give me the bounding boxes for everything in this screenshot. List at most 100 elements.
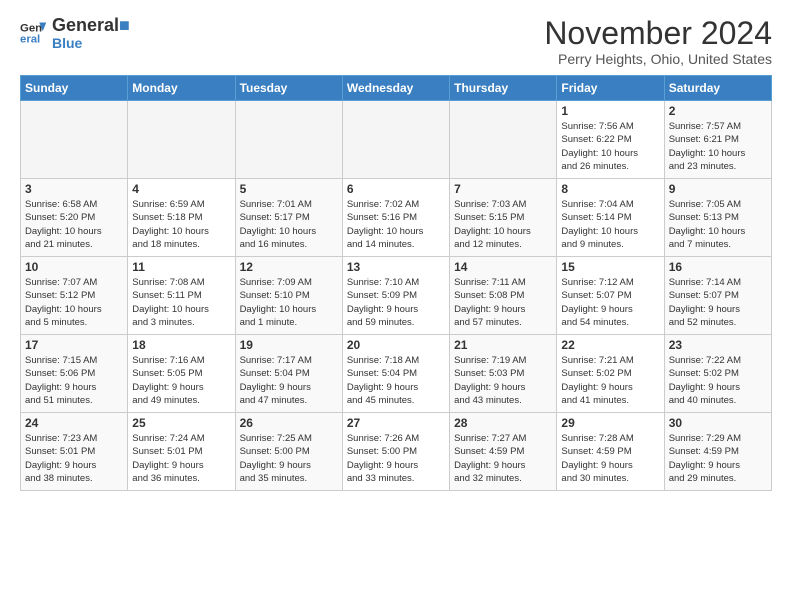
calendar-day-cell: 24 Sunrise: 7:23 AM Sunset: 5:01 PM Dayli… [21,413,128,491]
weekday-header-cell: Wednesday [342,76,449,101]
day-info: Sunrise: 7:15 AM Sunset: 5:06 PM Dayligh… [25,354,123,407]
day-info: Sunrise: 7:25 AM Sunset: 5:00 PM Dayligh… [240,432,338,485]
day-number: 30 [669,416,767,430]
day-number: 7 [454,182,552,196]
calendar-day-cell: 18 Sunrise: 7:16 AM Sunset: 5:05 PM Dayli… [128,335,235,413]
day-number: 6 [347,182,445,196]
day-info: Sunrise: 7:28 AM Sunset: 4:59 PM Dayligh… [561,432,659,485]
calendar-day-cell: 2 Sunrise: 7:57 AM Sunset: 6:21 PM Daylig… [664,101,771,179]
calendar-day-cell: 22 Sunrise: 7:21 AM Sunset: 5:02 PM Dayli… [557,335,664,413]
day-number: 17 [25,338,123,352]
day-number: 13 [347,260,445,274]
calendar-week-row: 24 Sunrise: 7:23 AM Sunset: 5:01 PM Dayli… [21,413,772,491]
day-info: Sunrise: 7:18 AM Sunset: 5:04 PM Dayligh… [347,354,445,407]
day-info: Sunrise: 7:04 AM Sunset: 5:14 PM Dayligh… [561,198,659,251]
calendar-day-cell: 26 Sunrise: 7:25 AM Sunset: 5:00 PM Dayli… [235,413,342,491]
calendar-day-cell: 9 Sunrise: 7:05 AM Sunset: 5:13 PM Daylig… [664,179,771,257]
svg-text:Gen: Gen [20,22,42,34]
calendar-day-cell: 1 Sunrise: 7:56 AM Sunset: 6:22 PM Daylig… [557,101,664,179]
calendar-table: SundayMondayTuesdayWednesdayThursdayFrid… [20,75,772,491]
day-number: 10 [25,260,123,274]
day-info: Sunrise: 7:17 AM Sunset: 5:04 PM Dayligh… [240,354,338,407]
day-number: 20 [347,338,445,352]
day-number: 24 [25,416,123,430]
calendar-day-cell: 25Sunrise: 7:24 AM Sunset: 5:01 PM Dayli… [128,413,235,491]
calendar-day-cell: 11 Sunrise: 7:08 AM Sunset: 5:11 PM Dayli… [128,257,235,335]
page: Gen eral General■ Blue November 2024 Per… [0,0,792,501]
calendar-day-cell: 15Sunrise: 7:12 AM Sunset: 5:07 PM Dayli… [557,257,664,335]
calendar-day-cell: 5 Sunrise: 7:01 AM Sunset: 5:17 PM Daylig… [235,179,342,257]
calendar-day-cell [128,101,235,179]
day-number: 19 [240,338,338,352]
day-info: Sunrise: 7:03 AM Sunset: 5:15 PM Dayligh… [454,198,552,251]
calendar-day-cell: 8 Sunrise: 7:04 AM Sunset: 5:14 PM Daylig… [557,179,664,257]
day-info: Sunrise: 6:59 AM Sunset: 5:18 PM Dayligh… [132,198,230,251]
day-number: 3 [25,182,123,196]
calendar-day-cell: 16Sunrise: 7:14 AM Sunset: 5:07 PM Dayli… [664,257,771,335]
day-info: Sunrise: 7:14 AM Sunset: 5:07 PM Dayligh… [669,276,767,329]
day-info: Sunrise: 7:23 AM Sunset: 5:01 PM Dayligh… [25,432,123,485]
calendar-day-cell: 29 Sunrise: 7:28 AM Sunset: 4:59 PM Dayli… [557,413,664,491]
calendar-day-cell: 13Sunrise: 7:10 AM Sunset: 5:09 PM Dayli… [342,257,449,335]
calendar-day-cell: 3 Sunrise: 6:58 AM Sunset: 5:20 PM Daylig… [21,179,128,257]
day-info: Sunrise: 7:05 AM Sunset: 5:13 PM Dayligh… [669,198,767,251]
day-number: 22 [561,338,659,352]
day-info: Sunrise: 7:02 AM Sunset: 5:16 PM Dayligh… [347,198,445,251]
day-number: 18 [132,338,230,352]
calendar-day-cell: 4 Sunrise: 6:59 AM Sunset: 5:18 PM Daylig… [128,179,235,257]
day-info: Sunrise: 7:57 AM Sunset: 6:21 PM Dayligh… [669,120,767,173]
calendar-day-cell: 19 Sunrise: 7:17 AM Sunset: 5:04 PM Dayli… [235,335,342,413]
day-number: 23 [669,338,767,352]
logo-icon: Gen eral [20,19,48,47]
calendar-body: 1 Sunrise: 7:56 AM Sunset: 6:22 PM Daylig… [21,101,772,491]
day-number: 28 [454,416,552,430]
calendar-day-cell [342,101,449,179]
calendar-day-cell: 7 Sunrise: 7:03 AM Sunset: 5:15 PM Daylig… [450,179,557,257]
calendar-week-row: 10Sunrise: 7:07 AM Sunset: 5:12 PM Dayli… [21,257,772,335]
day-number: 1 [561,104,659,118]
weekday-header-cell: Monday [128,76,235,101]
day-info: Sunrise: 6:58 AM Sunset: 5:20 PM Dayligh… [25,198,123,251]
day-number: 4 [132,182,230,196]
day-number: 27 [347,416,445,430]
day-number: 2 [669,104,767,118]
day-info: Sunrise: 7:21 AM Sunset: 5:02 PM Dayligh… [561,354,659,407]
day-info: Sunrise: 7:19 AM Sunset: 5:03 PM Dayligh… [454,354,552,407]
title-area: November 2024 Perry Heights, Ohio, Unite… [544,16,772,67]
day-info: Sunrise: 7:56 AM Sunset: 6:22 PM Dayligh… [561,120,659,173]
calendar-day-cell: 21Sunrise: 7:19 AM Sunset: 5:03 PM Dayli… [450,335,557,413]
weekday-header-cell: Thursday [450,76,557,101]
logo-text-blue: Blue [52,36,130,50]
day-info: Sunrise: 7:12 AM Sunset: 5:07 PM Dayligh… [561,276,659,329]
day-number: 26 [240,416,338,430]
calendar-week-row: 17 Sunrise: 7:15 AM Sunset: 5:06 PM Dayli… [21,335,772,413]
calendar-day-cell: 23Sunrise: 7:22 AM Sunset: 5:02 PM Dayli… [664,335,771,413]
calendar-day-cell: 17 Sunrise: 7:15 AM Sunset: 5:06 PM Dayli… [21,335,128,413]
logo: Gen eral General■ Blue [20,16,130,50]
day-info: Sunrise: 7:11 AM Sunset: 5:08 PM Dayligh… [454,276,552,329]
calendar-day-cell: 30 Sunrise: 7:29 AM Sunset: 4:59 PM Dayli… [664,413,771,491]
calendar-day-cell: 27Sunrise: 7:26 AM Sunset: 5:00 PM Dayli… [342,413,449,491]
header: Gen eral General■ Blue November 2024 Per… [20,16,772,67]
day-info: Sunrise: 7:16 AM Sunset: 5:05 PM Dayligh… [132,354,230,407]
day-info: Sunrise: 7:01 AM Sunset: 5:17 PM Dayligh… [240,198,338,251]
day-number: 8 [561,182,659,196]
day-info: Sunrise: 7:29 AM Sunset: 4:59 PM Dayligh… [669,432,767,485]
calendar-day-cell: 12 Sunrise: 7:09 AM Sunset: 5:10 PM Dayli… [235,257,342,335]
weekday-header-cell: Friday [557,76,664,101]
day-info: Sunrise: 7:09 AM Sunset: 5:10 PM Dayligh… [240,276,338,329]
calendar-day-cell: 20 Sunrise: 7:18 AM Sunset: 5:04 PM Dayli… [342,335,449,413]
weekday-header-row: SundayMondayTuesdayWednesdayThursdayFrid… [21,76,772,101]
calendar-day-cell [450,101,557,179]
weekday-header-cell: Saturday [664,76,771,101]
day-number: 29 [561,416,659,430]
day-number: 11 [132,260,230,274]
calendar-week-row: 1 Sunrise: 7:56 AM Sunset: 6:22 PM Daylig… [21,101,772,179]
day-number: 25 [132,416,230,430]
day-number: 12 [240,260,338,274]
day-number: 14 [454,260,552,274]
day-number: 9 [669,182,767,196]
day-info: Sunrise: 7:08 AM Sunset: 5:11 PM Dayligh… [132,276,230,329]
day-number: 5 [240,182,338,196]
logo-text-general: General■ [52,16,130,36]
